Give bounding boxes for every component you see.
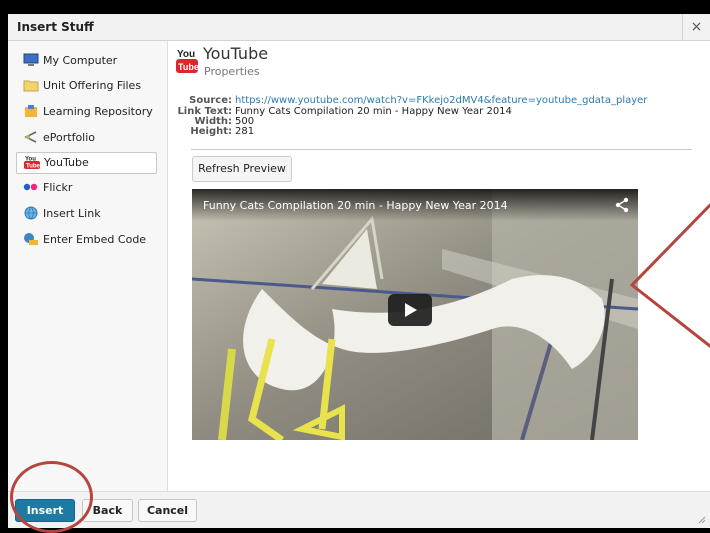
globe-link-icon [24,206,38,220]
source-url-link[interactable]: https://www.youtube.com/watch?v=FKkejo2d… [235,95,647,106]
panel-subheading: Properties [204,65,260,78]
dialog-footer: Insert Back Cancel [8,491,710,528]
resize-handle-icon[interactable] [696,514,706,524]
svg-text:Tube: Tube [26,164,40,170]
sidebar-item-label: Learning Repository [43,105,153,118]
sidebar-item-label: YouTube [44,156,89,169]
sidebar-item-eportfolio[interactable]: ePortfolio [16,128,157,150]
sidebar-item-flickr[interactable]: Flickr [16,178,157,200]
height-value: 281 [235,126,255,137]
sidebar-item-unit-offering-files[interactable]: Unit Offering Files [16,76,157,98]
source-row: Source: https://www.youtube.com/watch?v=F… [168,95,647,106]
youtube-logo-icon: You Tube [176,49,198,73]
sidebar-item-insert-link[interactable]: Insert Link [16,204,157,226]
divider [191,149,692,150]
sidebar-item-learning-repository[interactable]: Learning Repository [16,102,157,124]
sidebar-item-my-computer[interactable]: My Computer [16,51,157,73]
sidebar-item-label: ePortfolio [43,131,96,144]
sidebar-item-youtube[interactable]: You Tube YouTube [16,152,157,174]
close-icon[interactable]: × [682,14,710,41]
computer-icon [23,53,39,66]
dialog-title: Insert Stuff [17,20,94,34]
sidebar-item-label: Flickr [43,181,73,194]
video-title: Funny Cats Compilation 20 min - Happy Ne… [203,199,508,212]
svg-text:Tube: Tube [178,62,198,72]
sidebar-item-label: Unit Offering Files [43,79,142,92]
source-sidebar: My Computer Unit Offering Files Learning… [8,41,168,491]
svg-text:You: You [177,49,195,60]
folder-icon [23,80,39,92]
cancel-button[interactable]: Cancel [138,499,197,522]
sidebar-item-label: Enter Embed Code [43,233,147,246]
sidebar-item-enter-embed-code[interactable]: Enter Embed Code [16,230,157,252]
video-preview[interactable]: Funny Cats Compilation 20 min - Happy Ne… [192,189,638,440]
embed-code-icon [24,233,38,245]
sidebar-item-label: My Computer [43,54,118,67]
share-icon[interactable] [614,197,630,213]
sidebar-item-label: Insert Link [43,207,101,220]
height-label: Height: [190,126,232,137]
dialog-titlebar: Insert Stuff × [8,14,710,41]
flickr-icon [23,183,38,191]
repository-icon [25,105,37,117]
video-title-bar: Funny Cats Compilation 20 min - Happy Ne… [192,189,638,221]
youtube-icon: YouTube [24,155,40,169]
height-row: Height: 281 [168,126,254,137]
source-label: Source: [189,95,232,106]
refresh-preview-button[interactable]: Refresh Preview [192,156,292,182]
panel-heading: YouTube [203,44,269,63]
play-button[interactable] [388,294,432,326]
eportfolio-icon [24,131,37,143]
link-text-value: Funny Cats Compilation 20 min - Happy Ne… [235,106,512,117]
insert-highlight-annotation [10,461,93,533]
insert-stuff-dialog: Insert Stuff × My Computer Unit Offering… [8,14,710,528]
youtube-properties-panel: You Tube YouTube Properties Source: https… [168,41,710,491]
